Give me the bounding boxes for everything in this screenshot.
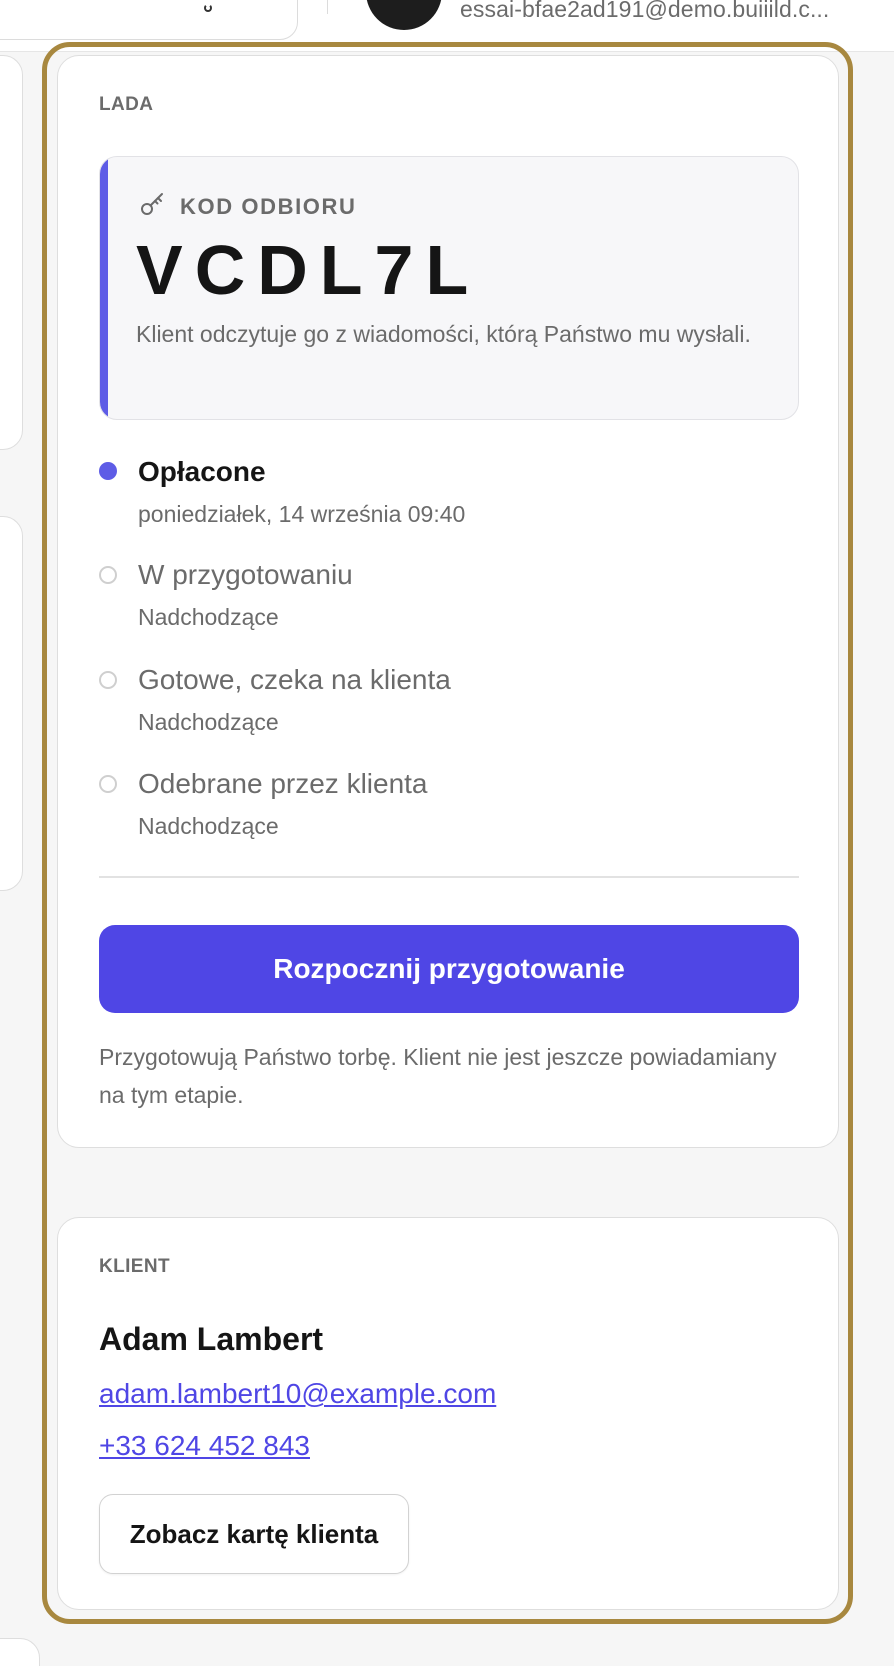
loading-icon	[204, 4, 212, 12]
side-card	[0, 1638, 40, 1666]
account-email[interactable]: essai-bfae2ad191@demo.buiiild.c...	[460, 0, 880, 23]
side-card	[0, 516, 23, 891]
focus-highlight-frame	[42, 42, 853, 1624]
toolbar	[0, 0, 298, 40]
header-divider	[327, 0, 328, 14]
avatar[interactable]	[366, 0, 442, 30]
page: essai-bfae2ad191@demo.buiiild.c... LADA …	[0, 0, 894, 1666]
side-card	[0, 55, 23, 450]
